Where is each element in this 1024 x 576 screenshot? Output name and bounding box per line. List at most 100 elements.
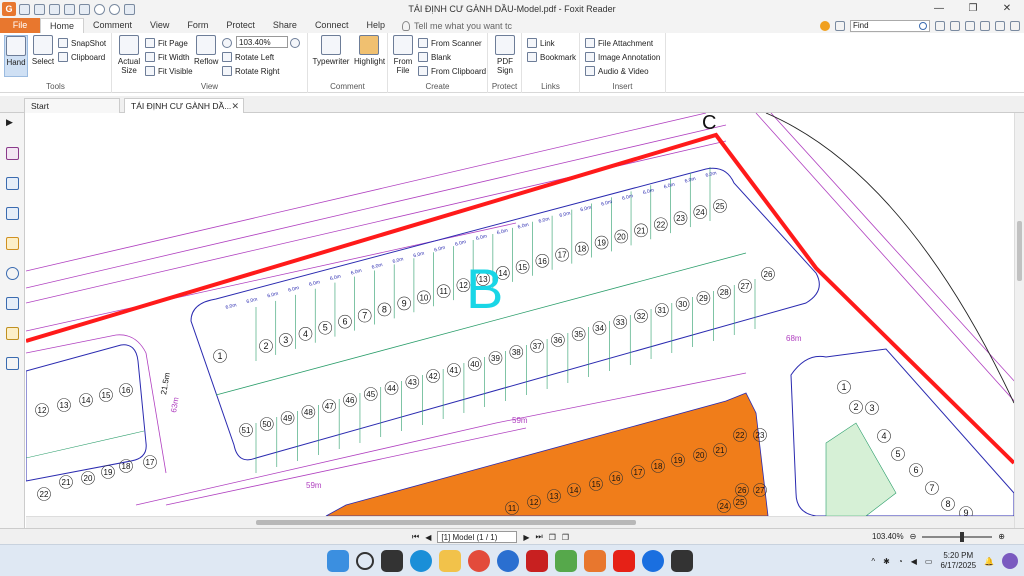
redo-icon[interactable] [109,3,120,15]
last-page-icon[interactable]: ⏭ [536,532,543,542]
orange-lot-18-7[interactable]: 18 [654,462,663,471]
restore-button[interactable]: ❐ [956,0,990,18]
tab-file[interactable]: File [0,18,40,33]
lot-45[interactable]: 45 [366,390,375,399]
left-lot-20-7[interactable]: 20 [84,474,93,483]
lot-46[interactable]: 46 [346,396,355,405]
right-lot-3[interactable]: 3 [869,403,874,413]
collapse-ribbon-icon[interactable] [1010,20,1020,31]
select-button[interactable]: Select [31,35,55,66]
acrobat-icon[interactable] [526,550,548,572]
lot-50[interactable]: 50 [262,420,271,429]
file-explorer-icon[interactable] [439,550,461,572]
right-lot-2[interactable]: 2 [853,402,858,412]
lot-28[interactable]: 28 [720,288,729,297]
tab-connect[interactable]: Connect [306,18,358,33]
open-icon[interactable] [19,3,30,15]
file-attachment-button[interactable]: File Attachment [585,37,653,49]
lot-10-top[interactable]: 10 [419,293,428,302]
reflow-button[interactable]: Reflow [194,35,218,66]
wifi-icon[interactable]: ◔ [898,557,903,566]
find-input[interactable]: Find [850,19,930,32]
lot-5-top[interactable]: 5 [323,323,328,333]
left-lot-18-9[interactable]: 18 [122,462,131,471]
lot-33[interactable]: 33 [616,318,625,327]
audio-video-button[interactable]: Audio & Video [585,65,649,77]
clipboard-button[interactable]: Clipboard [58,51,105,63]
zoom-out-status-icon[interactable]: ⊖ [910,532,917,541]
lot-51[interactable]: 51 [242,426,251,435]
lot-4-top[interactable]: 4 [303,329,308,339]
lot-35[interactable]: 35 [574,330,583,339]
right-lot-9[interactable]: 9 [963,508,968,516]
fit-visible-button[interactable]: Fit Visible [145,65,193,77]
right-lot-4[interactable]: 4 [881,431,886,441]
pen-app-icon[interactable] [671,550,693,572]
next-page-icon[interactable]: ▶ [523,533,529,542]
bookmark-panel-icon[interactable] [6,147,19,160]
tab-start[interactable]: Start [24,98,120,113]
lot-27[interactable]: 27 [741,282,750,291]
orange-lot-20-9[interactable]: 20 [696,451,705,460]
lot-11-top[interactable]: 11 [439,287,448,296]
pdf-sign-button[interactable]: PDF Sign [492,35,518,75]
bluetooth-icon[interactable]: ✱ [883,557,890,566]
blank-button[interactable]: Blank [418,51,451,63]
lot-38[interactable]: 38 [512,348,521,357]
tools-panel-icon[interactable] [6,357,19,370]
lot-7-top[interactable]: 7 [362,311,367,321]
forward-icon[interactable] [965,20,975,31]
lot-18-top[interactable]: 18 [577,245,586,254]
orange-lot-19-8[interactable]: 19 [674,456,683,465]
left-lot-19-8[interactable]: 19 [104,468,113,477]
orange-lot-26-15[interactable]: 26 [738,486,747,495]
from-file-button[interactable]: From File [392,35,414,75]
new-window-icon[interactable] [79,3,90,15]
vertical-scrollbar[interactable] [1014,113,1024,528]
tab-document[interactable]: TÁI ĐỊNH CƯ GÀNH DẦ... ✕ [124,98,244,113]
clock[interactable]: 5:20 PM 6/17/2025 [940,551,976,571]
orange-lot-23-12[interactable]: 23 [756,431,765,440]
volume-icon[interactable]: ◀ [911,557,917,566]
show-hidden-icons-icon[interactable]: ^ [871,557,875,566]
left-lot-22-5[interactable]: 22 [40,490,49,499]
lot-41[interactable]: 41 [449,366,458,375]
zalo-icon[interactable] [642,550,664,572]
lot-48[interactable]: 48 [304,408,313,417]
edge-icon[interactable] [410,550,432,572]
lot-37[interactable]: 37 [533,342,542,351]
zoom-input[interactable]: 103.40% [236,36,288,48]
copy-page-icon[interactable]: ❐ [549,533,556,542]
left-lot-21-6[interactable]: 21 [62,478,71,487]
youtube-icon[interactable] [613,550,635,572]
lot-2-top[interactable]: 2 [263,341,268,351]
orange-lot-22-11[interactable]: 22 [736,431,745,440]
paste-page-icon[interactable]: ❐ [562,533,569,542]
fit-width-button[interactable]: Fit Width [145,51,190,63]
app-icon-green[interactable] [555,550,577,572]
zoom-slider[interactable] [922,531,993,542]
orange-lot-13-2[interactable]: 13 [550,492,559,501]
fit-page-button[interactable]: Fit Page [145,37,188,49]
lot-31[interactable]: 31 [657,306,666,315]
orange-lot-21-10[interactable]: 21 [716,446,725,455]
lot-43[interactable]: 43 [408,378,417,387]
right-lot-6[interactable]: 6 [913,465,918,475]
undo-icon[interactable] [94,3,105,15]
orange-lot-17-6[interactable]: 17 [634,468,643,477]
left-lot-12-0[interactable]: 12 [38,406,47,415]
notification-icon[interactable]: 🔔 [984,557,994,566]
horizontal-scroll-thumb[interactable] [256,520,636,525]
taskbar-search-icon[interactable] [356,552,374,570]
right-lot-8[interactable]: 8 [945,499,950,509]
hand-tool-icon[interactable] [124,3,135,15]
horizontal-scrollbar[interactable] [26,516,1014,528]
lot-29[interactable]: 29 [699,294,708,303]
left-lot-16-4[interactable]: 16 [122,386,131,395]
right-lot-5[interactable]: 5 [895,449,900,459]
from-scanner-button[interactable]: From Scanner [418,37,482,49]
tab-protect[interactable]: Protect [217,18,264,33]
tab-close-icon[interactable]: ✕ [231,99,239,113]
user-icon[interactable] [995,20,1005,31]
orange-lot-12-1[interactable]: 12 [530,498,539,507]
